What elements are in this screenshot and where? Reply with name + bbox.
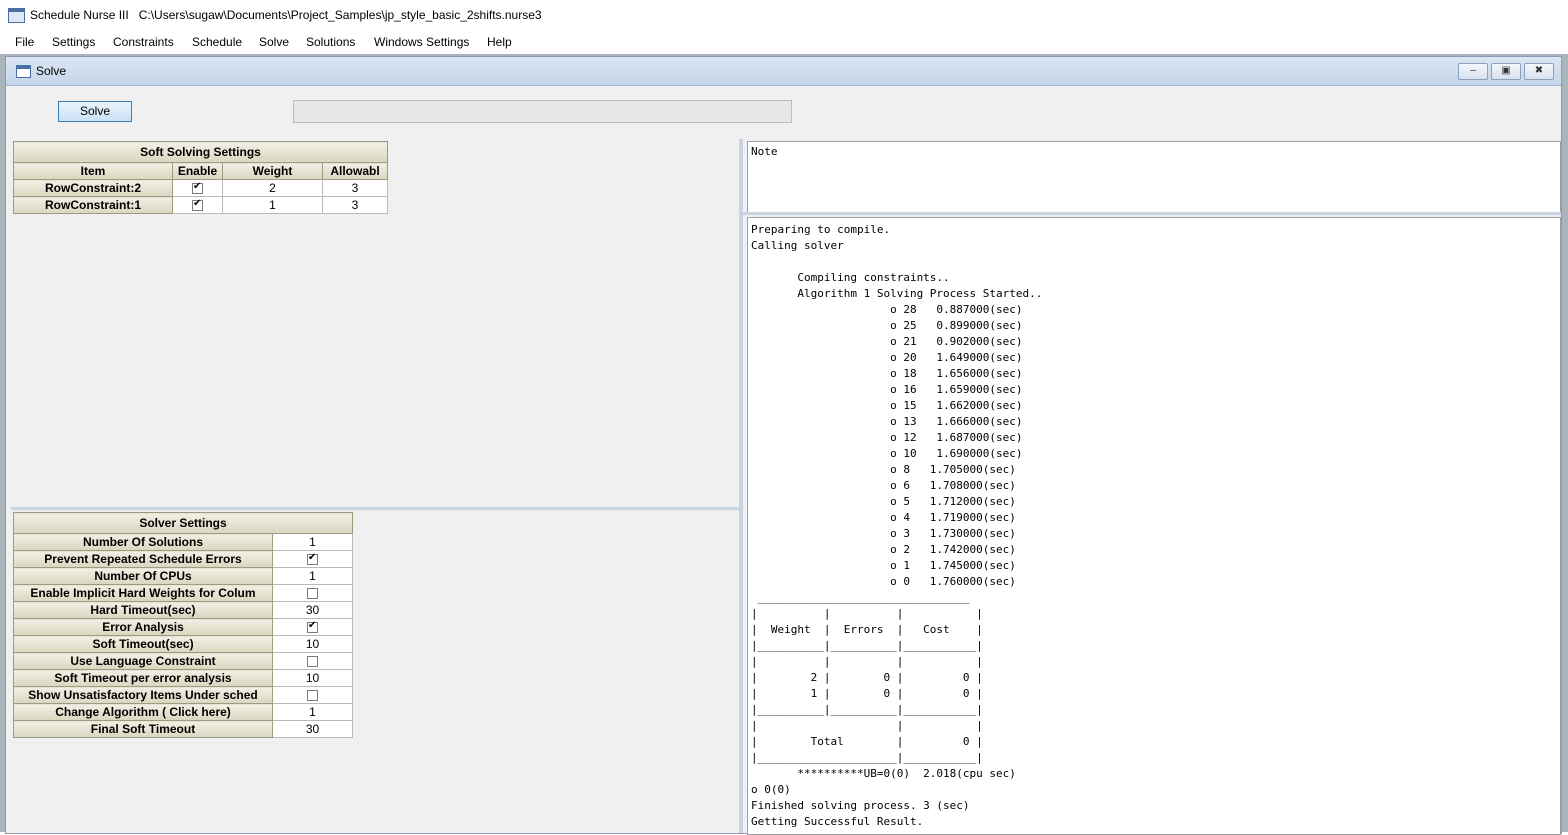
setting-value[interactable]: 30 — [272, 601, 353, 619]
setting-label[interactable]: Prevent Repeated Schedule Errors — [13, 550, 273, 568]
table-row: Soft Timeout(sec) 10 — [13, 635, 353, 653]
menu-constraints[interactable]: Constraints — [113, 35, 174, 49]
solve-button[interactable]: Solve — [58, 101, 132, 122]
row-item[interactable]: RowConstraint:2 — [13, 179, 173, 197]
setting-label[interactable]: Hard Timeout(sec) — [13, 601, 273, 619]
solver-log-text: Preparing to compile. Calling solver Com… — [751, 223, 1043, 828]
table-row: Prevent Repeated Schedule Errors — [13, 550, 353, 568]
setting-value[interactable] — [272, 618, 353, 636]
setting-label[interactable]: Soft Timeout(sec) — [13, 635, 273, 653]
allowable-cell[interactable]: 3 — [322, 196, 388, 214]
minimize-button[interactable]: – — [1458, 63, 1488, 80]
app-title: Schedule Nurse III C:\Users\sugaw\Docume… — [30, 8, 542, 22]
note-splitter[interactable] — [743, 212, 1561, 215]
table-row: Number Of Solutions 1 — [13, 533, 353, 551]
horizontal-splitter[interactable] — [11, 507, 739, 510]
setting-value[interactable]: 1 — [272, 533, 353, 551]
table-row: Change Algorithm ( Click here) 1 — [13, 703, 353, 721]
setting-label[interactable]: Change Algorithm ( Click here) — [13, 703, 273, 721]
soft-solving-settings-grid: Soft Solving Settings Item Enable Weight… — [13, 141, 388, 214]
column-header-allowable[interactable]: Allowabl — [322, 162, 388, 180]
solver-settings-grid: Solver Settings Number Of Solutions 1 Prev… — [13, 512, 353, 738]
setting-label[interactable]: Final Soft Timeout — [13, 720, 273, 738]
note-textbox[interactable]: Note — [747, 141, 1561, 213]
enable-checkbox[interactable] — [192, 181, 203, 195]
table-row: Show Unsatisfactory Items Under sched — [13, 686, 353, 704]
restore-icon: ▣ — [1501, 65, 1511, 76]
row-item[interactable]: RowConstraint:1 — [13, 196, 173, 214]
setting-checkbox[interactable] — [307, 690, 318, 702]
setting-value[interactable] — [272, 550, 353, 568]
window-icon — [16, 65, 31, 78]
menu-solutions[interactable]: Solutions — [306, 35, 355, 49]
mdi-area: Solve – ▣ ✖ Solve Soft Solving Settings … — [0, 54, 1568, 835]
table-row: Enable Implicit Hard Weights for Colum — [13, 584, 353, 602]
column-header-enable[interactable]: Enable — [172, 162, 223, 180]
enable-cell[interactable] — [172, 179, 223, 197]
setting-label[interactable]: Show Unsatisfactory Items Under sched — [13, 686, 273, 704]
table-row: Soft Timeout per error analysis 10 — [13, 669, 353, 687]
table-row: RowConstraint:2 2 3 — [13, 179, 388, 197]
setting-checkbox[interactable] — [307, 552, 318, 566]
allowable-cell[interactable]: 3 — [322, 179, 388, 197]
menu-file[interactable]: File — [15, 35, 34, 49]
menu-solve[interactable]: Solve — [259, 35, 289, 49]
solve-window-titlebar[interactable]: Solve – ▣ ✖ — [6, 57, 1561, 86]
setting-label[interactable]: Error Analysis — [13, 618, 273, 636]
progress-bar — [293, 100, 792, 123]
setting-value[interactable]: 10 — [272, 669, 353, 687]
menu-schedule[interactable]: Schedule — [192, 35, 242, 49]
setting-value[interactable]: 1 — [272, 703, 353, 721]
minimize-icon: – — [1470, 65, 1476, 76]
restore-button[interactable]: ▣ — [1491, 63, 1521, 80]
setting-value[interactable] — [272, 584, 353, 602]
menu-windows-settings[interactable]: Windows Settings — [374, 35, 469, 49]
table-row: Final Soft Timeout 30 — [13, 720, 353, 738]
setting-value[interactable]: 1 — [272, 567, 353, 585]
enable-checkbox[interactable] — [192, 198, 203, 212]
solver-settings-title: Solver Settings — [13, 512, 353, 534]
setting-label[interactable]: Enable Implicit Hard Weights for Colum — [13, 584, 273, 602]
column-header-weight[interactable]: Weight — [222, 162, 323, 180]
setting-label[interactable]: Number Of Solutions — [13, 533, 273, 551]
setting-label[interactable]: Use Language Constraint — [13, 652, 273, 670]
column-header-item[interactable]: Item — [13, 162, 173, 180]
menu-settings[interactable]: Settings — [52, 35, 95, 49]
app-window-icon — [8, 8, 25, 23]
setting-value[interactable]: 10 — [272, 635, 353, 653]
title-bar: Schedule Nurse III C:\Users\sugaw\Docume… — [0, 0, 1568, 30]
setting-label[interactable]: Soft Timeout per error analysis — [13, 669, 273, 687]
close-icon: ✖ — [1534, 65, 1544, 76]
setting-label[interactable]: Number Of CPUs — [13, 567, 273, 585]
setting-value[interactable] — [272, 652, 353, 670]
setting-value[interactable] — [272, 686, 353, 704]
menu-help[interactable]: Help — [487, 35, 512, 49]
table-row: RowConstraint:1 1 3 — [13, 196, 388, 214]
close-button[interactable]: ✖ — [1524, 63, 1554, 80]
setting-checkbox[interactable] — [307, 588, 318, 600]
setting-checkbox[interactable] — [307, 656, 318, 668]
table-row: Use Language Constraint — [13, 652, 353, 670]
table-row: Number Of CPUs 1 — [13, 567, 353, 585]
note-label: Note — [751, 145, 778, 158]
menu-bar: File Settings Constraints Schedule Solve… — [0, 31, 1568, 53]
solver-log-output[interactable]: Preparing to compile. Calling solver Com… — [747, 217, 1561, 835]
solve-window: Solve – ▣ ✖ Solve Soft Solving Settings … — [5, 56, 1562, 835]
solve-window-title: Solve — [36, 64, 67, 78]
vertical-splitter[interactable] — [739, 139, 743, 833]
weight-cell[interactable]: 2 — [222, 179, 323, 197]
weight-cell[interactable]: 1 — [222, 196, 323, 214]
setting-checkbox[interactable] — [307, 620, 318, 634]
setting-value[interactable]: 30 — [272, 720, 353, 738]
table-row: Hard Timeout(sec) 30 — [13, 601, 353, 619]
soft-settings-title: Soft Solving Settings — [13, 141, 388, 163]
table-row: Error Analysis — [13, 618, 353, 636]
enable-cell[interactable] — [172, 196, 223, 214]
